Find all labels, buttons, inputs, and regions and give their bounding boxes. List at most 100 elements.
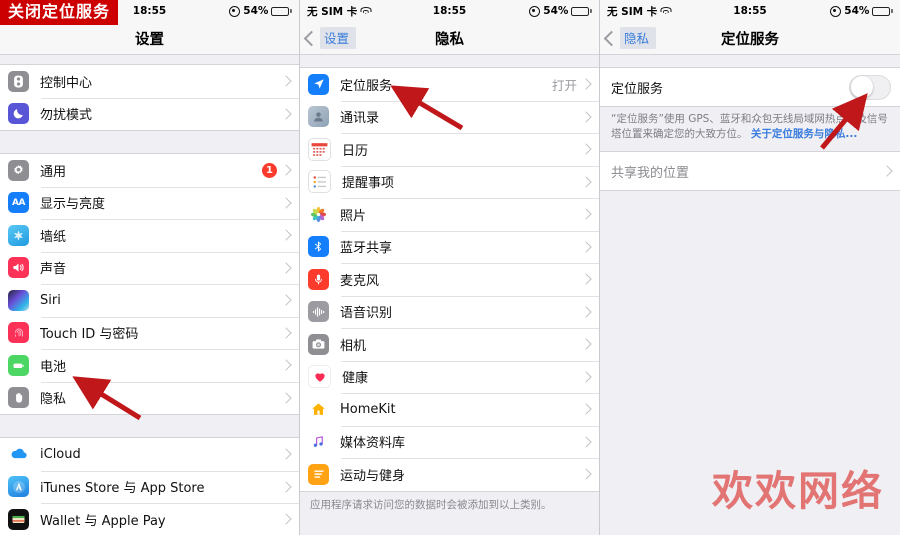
- row-accessory: [280, 197, 299, 209]
- status-bar-3: 无 SIM 卡 18:55 54%: [600, 0, 900, 22]
- settings-row-wallpaper[interactable]: 墙纸: [0, 219, 299, 252]
- row-label: 日历: [342, 143, 369, 159]
- settings-row-control-center[interactable]: 控制中心: [0, 65, 299, 98]
- location-services-toggle[interactable]: [849, 74, 891, 100]
- privacy-row-fitness[interactable]: 运动与健身: [300, 458, 599, 491]
- back-button-label: 设置: [320, 27, 357, 49]
- battery-icon: [8, 354, 29, 376]
- status-right-2: 54%: [508, 5, 592, 17]
- touch-id-icon: [8, 322, 29, 344]
- chevron-right-icon: [280, 262, 292, 274]
- row-accessory: [580, 143, 599, 155]
- settings-row-icloud[interactable]: iCloud: [0, 438, 299, 471]
- settings-row-do-not-disturb[interactable]: 勿扰模式: [0, 97, 299, 130]
- settings-row-display[interactable]: AA 显示与亮度: [0, 186, 299, 219]
- panel-location-services: 无 SIM 卡 18:55 54% 隐私 定位服务 定位服务 “定位服务”使用 …: [600, 0, 900, 535]
- chevron-right-icon: [280, 75, 292, 87]
- battery-percent-3: 54%: [844, 5, 870, 17]
- row-accessory: [280, 108, 299, 120]
- row-label: 定位服务: [611, 81, 664, 97]
- row-label: 语音识别: [340, 306, 393, 322]
- chevron-right-icon: [580, 273, 592, 285]
- wifi-icon-3: [660, 6, 672, 16]
- calendar-icon: [308, 137, 331, 161]
- chevron-right-icon: [580, 241, 592, 253]
- settings-row-wallet-apple-pay[interactable]: Wallet 与 Apple Pay: [0, 503, 299, 535]
- spacer: [0, 55, 299, 64]
- homekit-icon: [308, 398, 329, 420]
- carrier-label-3: 无 SIM 卡: [607, 5, 658, 18]
- row-accessory: [580, 208, 599, 220]
- row-label: 相机: [340, 338, 367, 354]
- settings-row-general[interactable]: 通用 1: [0, 154, 299, 187]
- settings-row-privacy[interactable]: 隐私: [0, 381, 299, 414]
- settings-row-touch-id[interactable]: Touch ID 与密码: [0, 316, 299, 349]
- row-accessory: [580, 241, 599, 253]
- location-services-toggle-row[interactable]: 定位服务: [600, 68, 900, 106]
- privacy-row-contacts[interactable]: 通讯录: [300, 100, 599, 133]
- chevron-right-icon: [280, 359, 292, 371]
- privacy-row-speech-recognition[interactable]: 语音识别: [300, 295, 599, 328]
- chevron-right-icon: [580, 176, 592, 188]
- row-label: iCloud: [40, 446, 81, 462]
- status-left-2: 无 SIM 卡: [307, 4, 391, 19]
- row-label: 电池: [40, 359, 67, 375]
- row-label: 隐私: [40, 392, 67, 408]
- siri-icon: [8, 289, 29, 311]
- control-center-icon: [8, 70, 29, 92]
- row-accessory: [280, 327, 299, 339]
- privacy-row-homekit[interactable]: HomeKit: [300, 393, 599, 426]
- privacy-row-bluetooth[interactable]: 蓝牙共享: [300, 230, 599, 263]
- wifi-icon-2: [360, 6, 372, 16]
- privacy-row-microphone[interactable]: 麦克风: [300, 263, 599, 296]
- spacer: [300, 55, 599, 67]
- row-value: 打开: [551, 77, 577, 93]
- navbar-privacy: 设置 隐私: [300, 22, 599, 55]
- settings-row-battery[interactable]: 电池: [0, 349, 299, 382]
- chevron-right-icon: [280, 327, 292, 339]
- navbar-settings: 设置: [0, 22, 299, 55]
- row-accessory: [280, 513, 299, 525]
- chevron-right-icon: [580, 111, 592, 123]
- privacy-row-photos[interactable]: 照片: [300, 198, 599, 231]
- privacy-row-reminders[interactable]: 提醒事项: [300, 165, 599, 198]
- privacy-row-media-library[interactable]: 媒体资料库: [300, 425, 599, 458]
- location-arrow-status-icon: [830, 5, 842, 17]
- share-my-location-row[interactable]: 共享我的位置: [600, 152, 900, 191]
- reminders-icon: [308, 170, 331, 194]
- chevron-right-icon: [580, 403, 592, 415]
- chevron-right-icon: [580, 306, 592, 318]
- spacer: [0, 415, 299, 437]
- navbar-location-services: 隐私 定位服务: [600, 22, 900, 55]
- media-library-icon: [308, 431, 329, 453]
- privacy-row-calendar[interactable]: 日历: [300, 133, 599, 166]
- row-accessory: [280, 229, 299, 241]
- display-brightness-icon: AA: [8, 192, 29, 214]
- row-label: 健康: [342, 371, 369, 387]
- row-accessory: [580, 338, 599, 350]
- battery-icon-1: [271, 6, 292, 16]
- row-label: Siri: [40, 292, 61, 308]
- chevron-right-icon: [280, 108, 292, 120]
- row-accessory: [580, 371, 599, 383]
- privacy-learn-more-link[interactable]: 关于定位服务与隐私...: [751, 128, 857, 140]
- back-button-privacy[interactable]: 隐私: [600, 27, 657, 49]
- chevron-right-icon: [280, 164, 292, 176]
- privacy-row-health[interactable]: 健康: [300, 360, 599, 393]
- privacy-row-camera[interactable]: 相机: [300, 328, 599, 361]
- chevron-right-icon: [580, 143, 592, 155]
- chevron-right-icon: [580, 436, 592, 448]
- row-accessory: 打开: [552, 75, 599, 94]
- settings-row-sound[interactable]: 声音: [0, 251, 299, 284]
- chevron-right-icon: [280, 294, 292, 306]
- settings-row-itunes-app-store[interactable]: iTunes Store 与 App Store: [0, 470, 299, 503]
- sound-icon: [8, 257, 29, 279]
- chevron-right-icon: [881, 165, 893, 178]
- settings-group-1: 控制中心 勿扰模式: [0, 64, 299, 131]
- status-right-1: 54%: [208, 5, 292, 17]
- row-label: 声音: [40, 262, 67, 278]
- settings-row-siri[interactable]: Siri: [0, 284, 299, 317]
- back-button-settings[interactable]: 设置: [300, 27, 357, 49]
- watermark-text: 欢欢网络: [712, 467, 884, 515]
- privacy-row-location-services[interactable]: 定位服务 打开: [300, 68, 599, 101]
